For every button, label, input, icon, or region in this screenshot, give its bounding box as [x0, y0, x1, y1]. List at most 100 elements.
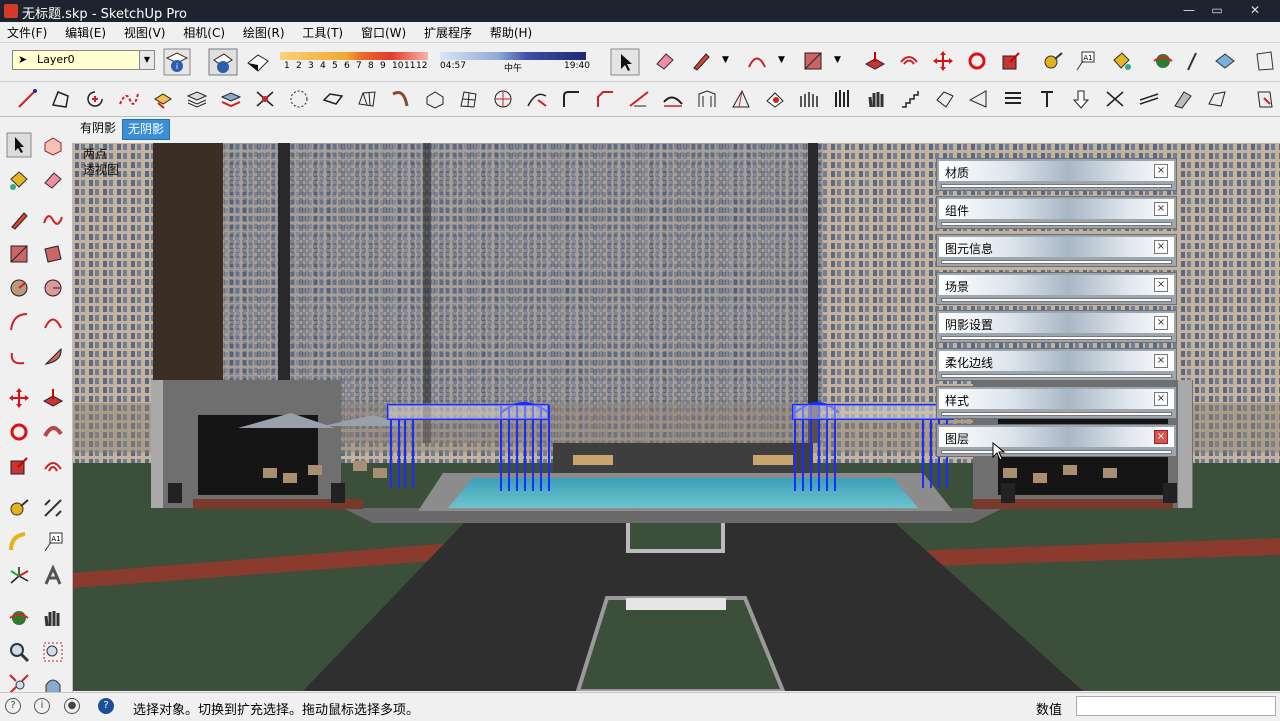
- circle-tool-icon[interactable]: [8, 277, 30, 299]
- chevron-down-icon[interactable]: ▼: [834, 55, 856, 77]
- tray-resize-bar[interactable]: [941, 336, 1172, 340]
- close-icon[interactable]: ×: [1154, 430, 1168, 444]
- push-pull-tool-icon[interactable]: [42, 387, 64, 409]
- slope-icon[interactable]: [968, 88, 990, 110]
- close-icon[interactable]: ×: [1154, 354, 1168, 368]
- offset-tool-icon[interactable]: [898, 50, 920, 72]
- tray-entity-info[interactable]: 图元信息 ×: [936, 234, 1177, 267]
- tray-scenes[interactable]: 场景 ×: [936, 272, 1177, 305]
- scale-tool-icon[interactable]: [1000, 50, 1022, 72]
- shell-icon[interactable]: [662, 88, 684, 110]
- paint-face-icon[interactable]: [764, 88, 786, 110]
- menu-file[interactable]: 文件(F): [0, 22, 54, 41]
- pan-hand-icon[interactable]: [866, 88, 888, 110]
- section-plane-icon[interactable]: [1254, 50, 1276, 72]
- eraser-tool-icon[interactable]: [654, 50, 676, 72]
- make-component-icon[interactable]: [42, 135, 64, 157]
- menu-edit[interactable]: 编辑(E): [58, 22, 113, 41]
- layers-stack-icon[interactable]: [186, 88, 208, 110]
- component-icon[interactable]: [1214, 50, 1236, 72]
- zoom-tool-icon[interactable]: [8, 641, 30, 663]
- lock-icon[interactable]: [1254, 88, 1276, 110]
- down-arrow-tool-icon[interactable]: [1070, 88, 1092, 110]
- triangle-shape-icon[interactable]: [730, 88, 752, 110]
- array-icon[interactable]: [832, 88, 854, 110]
- minimize-button[interactable]: —: [1176, 2, 1202, 18]
- tray-soften-edges[interactable]: 柔化边线 ×: [936, 348, 1177, 381]
- curve-extrude-icon[interactable]: [390, 88, 412, 110]
- chevron-down-icon[interactable]: ▼: [722, 55, 744, 77]
- polygon-tool-icon[interactable]: [42, 277, 64, 299]
- freehand-tool-icon[interactable]: [42, 209, 64, 231]
- pan-hand-icon[interactable]: [42, 607, 64, 629]
- extend-line-icon[interactable]: [628, 88, 650, 110]
- eraser-tool-icon[interactable]: [42, 169, 64, 191]
- tray-resize-bar[interactable]: [941, 412, 1172, 416]
- arc-extend-icon[interactable]: [526, 88, 548, 110]
- tray-header[interactable]: 阴影设置 ×: [939, 313, 1174, 333]
- tray-header[interactable]: 组件 ×: [939, 199, 1174, 219]
- tray-resize-bar[interactable]: [941, 260, 1172, 264]
- menu-tools[interactable]: 工具(T): [295, 22, 350, 41]
- tape-measure-icon[interactable]: [1042, 50, 1064, 72]
- text-tool-icon[interactable]: A1: [1074, 50, 1096, 72]
- stairs-icon[interactable]: [900, 88, 922, 110]
- move-tool-icon[interactable]: [932, 50, 954, 72]
- text-tool-icon[interactable]: A1: [42, 531, 64, 553]
- tray-header[interactable]: 场景 ×: [939, 275, 1174, 295]
- tray-materials[interactable]: 材质 ×: [936, 158, 1177, 191]
- tab-without-shadows[interactable]: 无阴影: [122, 119, 171, 140]
- circle-tool-icon[interactable]: [84, 88, 106, 110]
- pencil-tool-icon[interactable]: [690, 50, 712, 72]
- chamfer-icon[interactable]: [594, 88, 616, 110]
- rotate-tool-icon[interactable]: [8, 421, 30, 443]
- close-icon[interactable]: ×: [1154, 240, 1168, 254]
- follow-me-icon[interactable]: [42, 421, 64, 443]
- layer-dropdown[interactable]: ➤ Layer0 ▼: [12, 50, 155, 70]
- shadow-time-slider[interactable]: [440, 52, 586, 60]
- pencil-tool-icon[interactable]: [1180, 50, 1202, 72]
- tray-header[interactable]: 图层 ×: [939, 427, 1174, 447]
- sphere-icon[interactable]: [492, 88, 514, 110]
- tab-with-shadows[interactable]: 有阴影: [75, 119, 121, 138]
- slice-icon[interactable]: [1002, 88, 1024, 110]
- shadow-date-slider[interactable]: [280, 52, 428, 60]
- tray-layers[interactable]: 图层 ×: [936, 424, 1177, 457]
- move-tool-icon[interactable]: [8, 387, 30, 409]
- maximize-button[interactable]: ▭: [1204, 2, 1230, 18]
- stack-tool-icon[interactable]: [220, 88, 242, 110]
- close-icon[interactable]: ×: [1154, 392, 1168, 406]
- frame-icon[interactable]: [696, 88, 718, 110]
- paint-bucket-icon[interactable]: [1110, 50, 1132, 72]
- layer-manager-icon[interactable]: i: [163, 48, 191, 76]
- measurements-input[interactable]: [1076, 696, 1276, 716]
- tray-shadow-settings[interactable]: 阴影设置 ×: [936, 310, 1177, 343]
- tray-header[interactable]: 材质 ×: [939, 161, 1174, 181]
- box-icon[interactable]: [424, 88, 446, 110]
- fold-icon[interactable]: [934, 88, 956, 110]
- cube-tool-icon[interactable]: [152, 88, 174, 110]
- shape-bender-icon[interactable]: [1206, 88, 1228, 110]
- tray-styles[interactable]: 样式 ×: [936, 386, 1177, 419]
- chevron-down-icon[interactable]: ▼: [139, 51, 154, 69]
- fog-icon[interactable]: [244, 49, 272, 75]
- menu-extensions[interactable]: 扩展程序: [417, 22, 479, 41]
- credits-icon[interactable]: i: [34, 698, 50, 714]
- polyline-icon[interactable]: [50, 88, 72, 110]
- tray-resize-bar[interactable]: [941, 450, 1172, 454]
- line-tool-icon[interactable]: [16, 88, 38, 110]
- close-window-button[interactable]: ✕: [1238, 2, 1272, 18]
- columns-icon[interactable]: [798, 88, 820, 110]
- offset-tool-icon[interactable]: [42, 455, 64, 477]
- tray-resize-bar[interactable]: [941, 374, 1172, 378]
- tray-resize-bar[interactable]: [941, 298, 1172, 302]
- rectangle-tool-icon[interactable]: [8, 243, 30, 265]
- close-icon[interactable]: ×: [1154, 202, 1168, 216]
- orbit-tool-icon[interactable]: [1152, 50, 1174, 72]
- dashed-shape-icon[interactable]: [288, 88, 310, 110]
- menu-window[interactable]: 窗口(W): [354, 22, 413, 41]
- zoom-window-icon[interactable]: [42, 641, 64, 663]
- menu-help[interactable]: 帮助(H): [483, 22, 539, 41]
- menu-view[interactable]: 视图(V): [117, 22, 173, 41]
- tray-header[interactable]: 样式 ×: [939, 389, 1174, 409]
